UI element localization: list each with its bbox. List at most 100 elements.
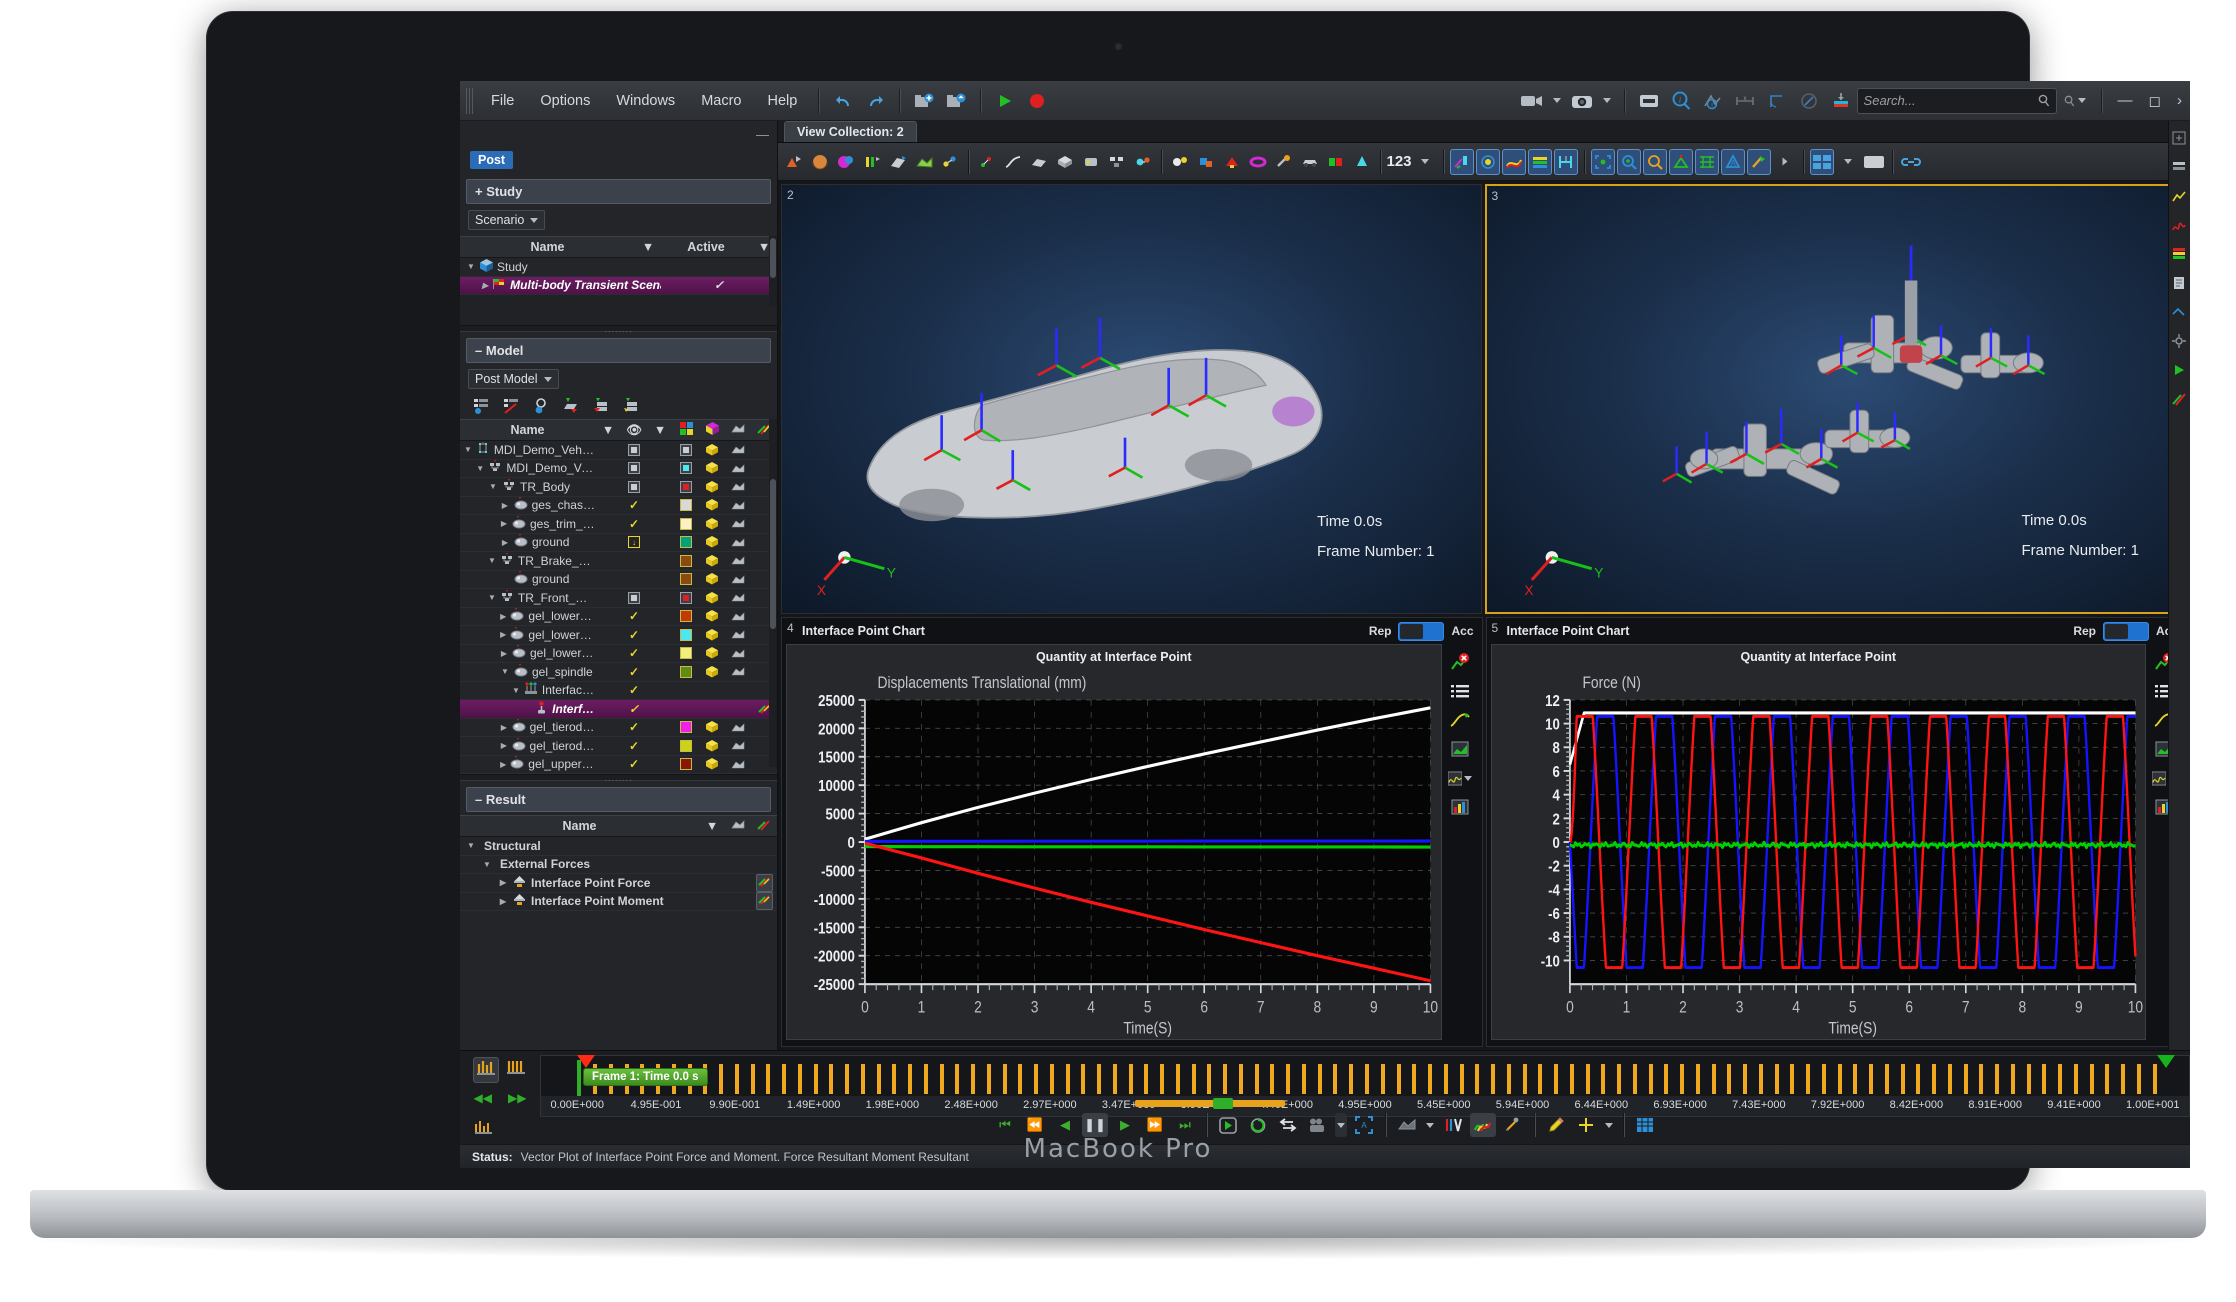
contour-plot-icon[interactable] [1476,148,1500,175]
chart-4-area-icon[interactable] [1448,739,1472,759]
result-row-1[interactable]: ▼ External Forces [460,856,777,874]
result-mesh-icon[interactable] [725,819,751,834]
model-row-color-swatch[interactable] [673,536,699,549]
camera-dropdown-icon[interactable] [1601,88,1613,114]
timeline-frame-tick[interactable] [2152,1064,2157,1094]
model-row-11[interactable]: ▶ gel_lower_strut ✓ [460,645,777,663]
color-icon[interactable] [673,422,699,438]
model-row-visibility-toggle[interactable]: ✓ [621,739,647,753]
timeline-frame-tick[interactable] [1412,1064,1417,1094]
chart-4-bar-icon[interactable] [1448,797,1472,817]
post-tag[interactable]: Post [470,151,514,169]
model-row-color-swatch[interactable] [673,628,699,641]
timeline-frame-tick[interactable] [892,1064,897,1094]
result-row-vector-toggle[interactable] [751,873,777,892]
torus-icon[interactable] [1246,149,1270,175]
result-row-0[interactable]: ▼ Structural [460,837,777,856]
result-section-bar[interactable]: – Result [466,787,771,812]
timeline-frame-tick[interactable] [1191,1064,1196,1094]
timeline-frame-tick[interactable] [1554,1064,1559,1094]
chart-5-plot[interactable]: Quantity at Interface Point Force (N) 12 1… [1490,644,2146,1040]
timeline-frame-tick[interactable] [1128,1064,1133,1094]
end-marker-icon[interactable] [2157,1055,2175,1068]
layout-dropdown-icon[interactable] [1836,149,1860,175]
splitter-model-result[interactable]: ........ [460,773,777,783]
undo-icon[interactable] [830,88,856,114]
model-row-9[interactable]: ▶ gel_lower_control... ✓ [460,608,777,626]
model-row-mesh-icon[interactable] [725,740,751,751]
timeline-frame-tick[interactable] [1963,1064,1968,1094]
view-plane-icon[interactable] [886,149,910,175]
show-all-icon[interactable] [471,396,491,416]
cone-icon[interactable] [1350,149,1374,175]
record-icon[interactable] [1024,88,1050,114]
allframes-icon[interactable] [504,1057,528,1083]
model-row-material-icon[interactable] [699,536,725,548]
timeline-frame-tick[interactable] [2058,1064,2063,1094]
menu-windows[interactable]: Windows [603,88,688,114]
model-row-mesh-icon[interactable] [725,463,751,474]
expander-icon[interactable]: ▶ [500,630,506,639]
expander-icon[interactable]: ▶ [500,519,508,528]
timeline-frame-tick[interactable] [1081,1064,1086,1094]
expander-icon[interactable]: ▶ [500,760,506,769]
timeline-frame-tick[interactable] [1223,1064,1228,1094]
model-row-7[interactable]: ground [460,571,777,589]
model-row-material-icon[interactable] [699,721,725,733]
frame-chip[interactable]: Frame 1: Time 0.0 s [583,1068,708,1086]
video-capture-icon[interactable] [1519,88,1545,114]
model-row-material-icon[interactable] [699,665,725,678]
timeline-frame-tick[interactable] [1254,1064,1259,1094]
timeline-frame-tick[interactable] [1475,1064,1480,1094]
timeline-frame-tick[interactable] [1459,1064,1464,1094]
timeline-frame-tick[interactable] [1112,1064,1117,1094]
timeline-frame-tick[interactable] [734,1064,739,1094]
model-row-16[interactable]: ▶ gel_tierod_outer ✓ [460,737,777,756]
chart-pane-5-rep-acc-toggle[interactable] [2102,621,2149,641]
view-normal-icon[interactable] [1669,148,1693,175]
timeline-frame-tick[interactable] [1301,1064,1306,1094]
timeline-frame-tick[interactable] [1097,1064,1102,1094]
study-filter-name-icon[interactable]: ▼ [635,240,661,254]
timeline-frame-tick[interactable] [1947,1064,1952,1094]
model-row-visibility-toggle[interactable]: ✓ [621,683,647,697]
measure-panel-icon[interactable] [2171,305,2188,321]
zoom-window-icon[interactable] [1617,148,1641,175]
viewport-3[interactable]: 3 X Y Time 0.0s Frame Number: 1 [1484,184,2187,614]
model-row-material-icon[interactable] [699,517,725,530]
timeline-frame-tick[interactable] [908,1064,913,1094]
timeline-frame-tick[interactable] [1727,1064,1732,1094]
model-row-mesh-icon[interactable] [725,537,751,548]
surface-pick-icon[interactable] [1027,149,1051,175]
model-browser-icon[interactable] [2172,160,2188,176]
expander-icon[interactable]: ▶ [498,878,508,887]
timeline-frame-tick[interactable] [1790,1064,1795,1094]
visibility-filter-icon[interactable]: ▼ [647,423,673,437]
timeline-frame-tick[interactable] [1396,1064,1401,1094]
link-icon[interactable] [1899,149,1923,175]
chart-pane-4-rep-acc-toggle[interactable] [1398,621,1445,641]
model-row-visibility-toggle[interactable] [621,480,647,493]
redo-icon[interactable] [862,88,888,114]
model-row-color-swatch[interactable] [673,610,699,623]
expander-icon[interactable]: ▶ [500,501,510,510]
timeline-frame-tick[interactable] [1932,1064,1937,1094]
timeline-frame-tick[interactable] [1333,1064,1338,1094]
timeline-frame-tick[interactable] [2026,1064,2031,1094]
timeline-frame-tick[interactable] [1774,1064,1779,1094]
chart-4-wave-icon[interactable] [1447,768,1472,788]
timeline-frame-tick[interactable] [1758,1064,1763,1094]
display-part-icon[interactable] [591,396,611,416]
timeline-frame-tick[interactable] [923,1064,928,1094]
expander-icon[interactable]: ▼ [476,464,484,473]
model-row-mesh-icon[interactable] [725,629,751,640]
timeline-frame-tick[interactable] [1979,1064,1984,1094]
model-row-mesh-icon[interactable] [725,500,751,511]
menu-macro[interactable]: Macro [688,88,754,114]
model-row-material-icon[interactable] [699,610,725,622]
timeline-frame-tick[interactable] [1491,1064,1496,1094]
expander-icon[interactable]: ▼ [466,262,476,271]
expander-icon[interactable]: ▶ [500,612,506,621]
timeline-frame-tick[interactable] [1238,1064,1243,1094]
timeline-frame-tick[interactable] [2010,1064,2015,1094]
